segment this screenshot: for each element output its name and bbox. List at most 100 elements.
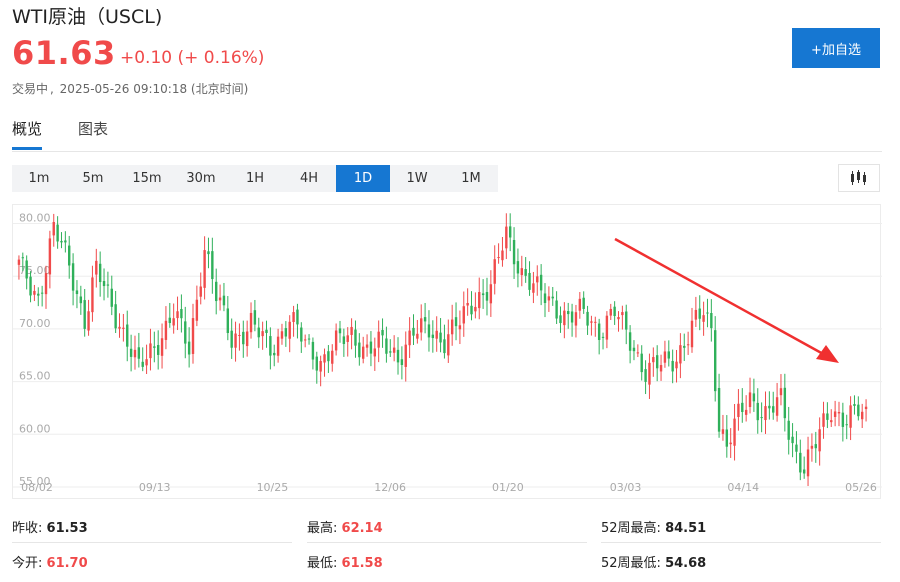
candle-body [21,257,25,259]
period-selector: 1m 5m 15m 30m 1H 4H 1D 1W 1M [12,165,498,192]
price-change: +0.10 (+ 0.16%) [120,48,265,68]
candle-body [56,224,59,242]
candle-body [783,387,787,419]
candle-body [795,444,798,452]
candle-body [609,308,612,316]
y-tick-label: 70.00 [19,317,51,330]
candle-body [536,276,539,283]
candle-body [176,311,179,319]
period-30m[interactable]: 30m [174,165,228,192]
candle-body [126,324,129,347]
y-tick-label: 60.00 [19,422,51,435]
candle-body [404,344,407,367]
candle-body [601,336,605,338]
candle-body [17,259,21,265]
candle-body [365,344,369,348]
candle-body [427,324,431,338]
candle-body [226,308,230,334]
candle-body [659,365,663,372]
candlestick-icon [851,170,866,185]
period-5m[interactable]: 5m [66,165,120,192]
candle-body [423,317,427,322]
candle-body [75,290,79,295]
candle-body [300,327,303,342]
candle-body [68,245,71,266]
candle-body [280,331,284,339]
candle-body [822,413,825,427]
candle-body [416,333,419,339]
candle-body [617,317,620,320]
x-tick-label: 08/02 [21,481,53,494]
stat-high: 最高: 62.14 [307,517,383,536]
candle-body [276,336,280,356]
period-1m[interactable]: 1m [12,165,66,192]
candle-body [187,341,191,355]
chart-type-button[interactable] [838,164,880,192]
candle-body [129,348,133,357]
candle-body [772,406,775,413]
divider [307,542,587,543]
candle-body [257,327,260,338]
trading-status: 交易中 [12,82,49,96]
period-1mo[interactable]: 1M [444,165,498,192]
candle-body [706,312,709,314]
candle-body [33,290,36,295]
candle-body [590,321,593,323]
candle-body [729,442,732,445]
candle-body [331,350,334,364]
candle-body [269,336,272,356]
candle-body [29,276,32,296]
candle-body [744,409,748,415]
period-1h[interactable]: 1H [228,165,282,192]
candle-body [234,333,237,348]
candle-body [845,424,848,426]
candle-body [582,297,585,309]
candle-body [628,332,632,351]
tab-overview[interactable]: 概览 [12,118,43,150]
candle-body [768,405,771,409]
add-to-watchlist-button[interactable]: +加自选 [792,28,880,68]
candle-body [663,351,667,363]
candle-body [733,418,736,446]
candle-body [292,312,295,322]
candle-body [377,331,380,348]
candle-body [841,412,845,427]
candle-body [748,392,752,408]
candle-body [288,321,291,339]
candle-body [222,295,226,306]
candle-body [64,240,67,243]
candle-body [493,259,496,284]
candle-body [164,320,168,340]
tabs-divider [12,151,882,152]
candle-body [679,345,682,364]
candle-body [478,292,481,309]
period-1w[interactable]: 1W [390,165,444,192]
candle-body [613,306,616,317]
tab-chart[interactable]: 图表 [78,118,108,147]
candle-body [520,268,523,276]
candle-body [327,351,330,362]
candle-body [710,313,713,329]
candle-body [849,405,852,428]
price-chart[interactable]: 80.00 75.00 70.00 65.00 60.00 55.00 08/02 09/13… [12,204,882,499]
candle-body [385,338,388,354]
view-tabs: 概览 图表 [12,118,144,152]
x-tick-label: 04/14 [727,481,759,494]
candlestick-chart-svg: 80.0075.0070.0065.0060.0055.0008/02 09/13… [13,212,882,494]
candle-body [683,345,686,348]
period-4h[interactable]: 4H [282,165,336,192]
candle-body [319,360,322,372]
stat-label: 最低: [307,556,338,571]
candle-body [508,226,512,238]
period-15m[interactable]: 15m [120,165,174,192]
period-1d[interactable]: 1D [336,165,390,192]
candle-body [497,257,500,259]
candle-body [311,341,315,360]
candle-body [211,251,214,280]
candle-body [362,346,365,359]
candle-body [118,326,121,329]
candle-body [702,315,705,322]
candle-body [44,273,48,295]
candle-body [632,347,636,352]
stat-prev-close: 昨收: 61.53 [12,517,88,536]
